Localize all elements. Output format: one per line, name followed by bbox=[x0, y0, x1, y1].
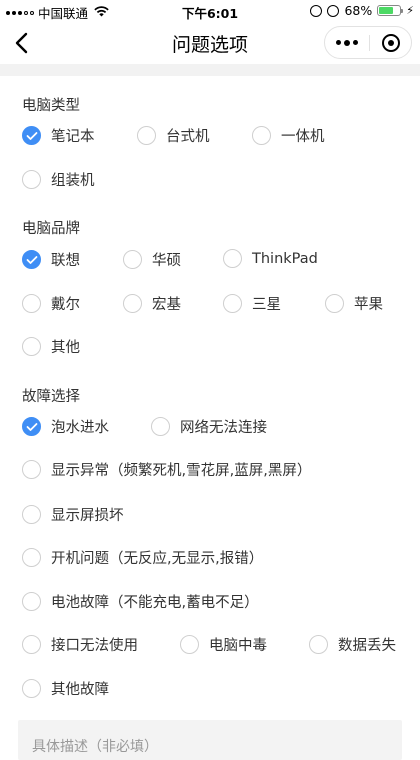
option-desktop[interactable]: 台式机 bbox=[137, 125, 210, 146]
option-battery-fault[interactable]: 电池故障（不能充电,蓄电不足） bbox=[22, 591, 259, 612]
checkbox-unchecked[interactable] bbox=[22, 337, 41, 356]
option-label: 台式机 bbox=[166, 129, 210, 145]
checkbox-unchecked[interactable] bbox=[325, 294, 344, 313]
checkbox-unchecked[interactable] bbox=[309, 635, 328, 654]
checkbox-unchecked[interactable] bbox=[223, 294, 242, 313]
option-label: 网络无法连接 bbox=[180, 420, 267, 436]
mini-program-capsule bbox=[324, 26, 412, 59]
option-label: 泡水进水 bbox=[51, 420, 109, 436]
option-samsung[interactable]: 三星 bbox=[223, 293, 281, 314]
checkbox-unchecked[interactable] bbox=[22, 548, 41, 567]
option-thinkpad[interactable]: ThinkPad bbox=[223, 249, 318, 268]
battery-icon bbox=[377, 5, 404, 16]
option-label: 华硕 bbox=[152, 253, 181, 269]
more-button[interactable] bbox=[325, 27, 369, 58]
description-input[interactable]: 具体描述（非必填） bbox=[18, 720, 402, 760]
checkbox-unchecked[interactable] bbox=[22, 505, 41, 524]
option-label: 其他故障 bbox=[51, 682, 109, 698]
section-title-computer-type: 电脑类型 bbox=[22, 98, 80, 114]
option-network-failure[interactable]: 网络无法连接 bbox=[151, 416, 267, 437]
option-lenovo[interactable]: 联想 bbox=[22, 249, 80, 270]
option-label: ThinkPad bbox=[252, 250, 318, 267]
checkbox-checked[interactable] bbox=[22, 250, 41, 269]
option-virus[interactable]: 电脑中毒 bbox=[180, 634, 267, 655]
option-other-brand[interactable]: 其他 bbox=[22, 336, 80, 357]
chevron-left-icon bbox=[15, 32, 28, 54]
close-mini-program-button[interactable] bbox=[370, 27, 412, 58]
checkbox-unchecked[interactable] bbox=[22, 460, 41, 479]
back-button[interactable] bbox=[8, 28, 38, 58]
option-data-loss[interactable]: 数据丢失 bbox=[309, 634, 396, 655]
option-water-damage[interactable]: 泡水进水 bbox=[22, 416, 109, 437]
checkbox-unchecked[interactable] bbox=[22, 170, 41, 189]
checkbox-unchecked[interactable] bbox=[223, 249, 242, 268]
status-right: 68% ⚡ bbox=[310, 3, 414, 18]
option-label: 笔记本 bbox=[51, 129, 95, 145]
option-apple[interactable]: 苹果 bbox=[325, 293, 383, 314]
option-label: 联想 bbox=[51, 253, 80, 269]
option-label: 显示异常（频繁死机,雪花屏,蓝屏,黑屏） bbox=[51, 463, 312, 479]
section-title-fault: 故障选择 bbox=[22, 389, 80, 405]
checkbox-checked[interactable] bbox=[22, 126, 41, 145]
checkbox-unchecked[interactable] bbox=[22, 294, 41, 313]
checkbox-unchecked[interactable] bbox=[252, 126, 271, 145]
option-assembled[interactable]: 组装机 bbox=[22, 169, 95, 190]
checkbox-checked[interactable] bbox=[22, 417, 41, 436]
checkbox-unchecked[interactable] bbox=[123, 250, 142, 269]
battery-percent: 68% bbox=[344, 3, 373, 18]
option-label: 显示屏损坏 bbox=[51, 508, 124, 524]
option-asus[interactable]: 华硕 bbox=[123, 249, 181, 270]
alarm-icon bbox=[327, 4, 340, 17]
description-placeholder: 具体描述（非必填） bbox=[32, 739, 158, 755]
checkbox-unchecked[interactable] bbox=[22, 635, 41, 654]
checkbox-unchecked[interactable] bbox=[22, 592, 41, 611]
option-boot-problem[interactable]: 开机问题（无反应,无显示,报错） bbox=[22, 547, 263, 568]
option-label: 开机问题（无反应,无显示,报错） bbox=[51, 551, 264, 567]
target-icon bbox=[382, 33, 400, 52]
option-screen-damaged[interactable]: 显示屏损坏 bbox=[22, 504, 124, 525]
option-label: 组装机 bbox=[51, 173, 95, 189]
location-icon bbox=[310, 4, 323, 17]
option-label: 其他 bbox=[51, 340, 80, 356]
checkbox-unchecked[interactable] bbox=[137, 126, 156, 145]
option-all-in-one[interactable]: 一体机 bbox=[252, 125, 325, 146]
checkbox-unchecked[interactable] bbox=[151, 417, 170, 436]
option-label: 一体机 bbox=[281, 129, 325, 145]
section-title-brand: 电脑品牌 bbox=[22, 221, 80, 237]
option-acer[interactable]: 宏基 bbox=[123, 293, 181, 314]
option-other-fault[interactable]: 其他故障 bbox=[22, 678, 109, 699]
navigation-bar: 问题选项 bbox=[0, 22, 420, 64]
option-label: 苹果 bbox=[354, 297, 383, 313]
option-port-unusable[interactable]: 接口无法使用 bbox=[22, 634, 138, 655]
option-label: 电池故障（不能充电,蓄电不足） bbox=[51, 595, 259, 611]
option-dell[interactable]: 戴尔 bbox=[22, 293, 80, 314]
option-label: 接口无法使用 bbox=[51, 638, 138, 654]
header-divider-band bbox=[0, 64, 420, 76]
option-label: 电脑中毒 bbox=[209, 638, 267, 654]
option-display-abnormal[interactable]: 显示异常（频繁死机,雪花屏,蓝屏,黑屏） bbox=[22, 459, 311, 480]
checkbox-unchecked[interactable] bbox=[22, 679, 41, 698]
option-laptop[interactable]: 笔记本 bbox=[22, 125, 95, 146]
status-bar: 中国联通 下午6:01 68% ⚡ bbox=[0, 0, 420, 22]
option-label: 宏基 bbox=[152, 297, 181, 313]
checkbox-unchecked[interactable] bbox=[180, 635, 199, 654]
option-label: 数据丢失 bbox=[338, 638, 396, 654]
charging-icon: ⚡ bbox=[406, 4, 414, 17]
option-label: 戴尔 bbox=[51, 297, 80, 313]
option-label: 三星 bbox=[252, 297, 281, 313]
checkbox-unchecked[interactable] bbox=[123, 294, 142, 313]
